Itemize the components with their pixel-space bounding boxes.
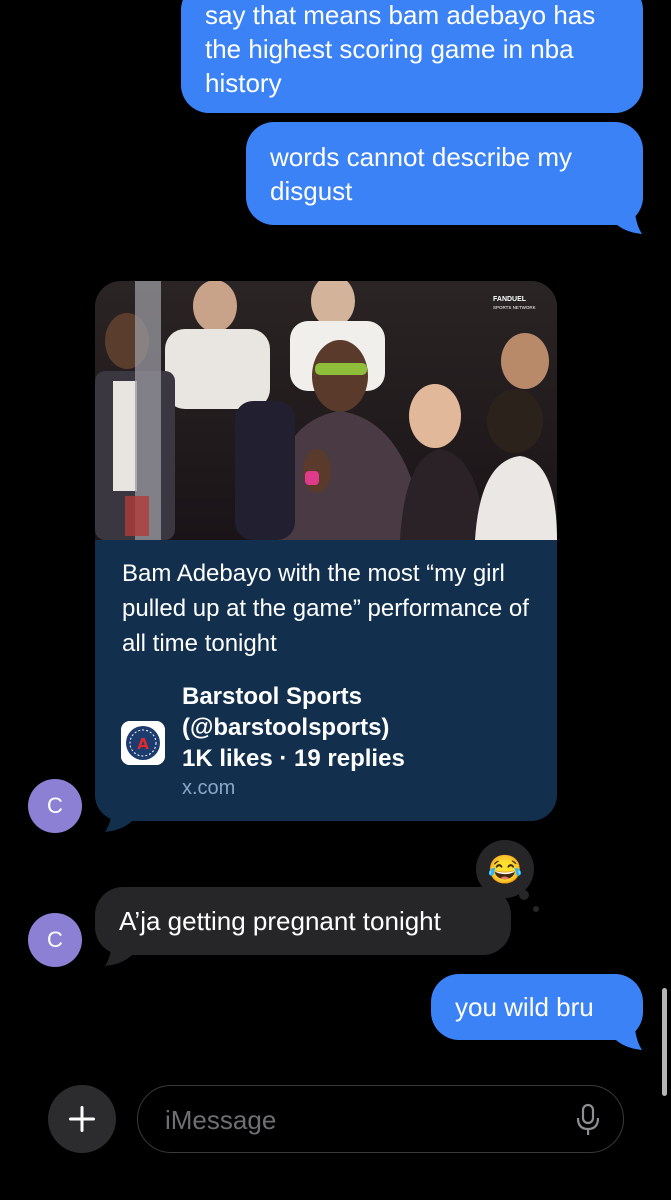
avatar-initial: C [47, 927, 63, 952]
message-text: say that means bam adebayo has the highe… [205, 0, 596, 98]
avatar-initial: C [47, 793, 63, 818]
link-preview-card[interactable]: FANDUEL SPORTS NETWORK Bam Adebayo with … [95, 281, 557, 821]
video-thumbnail[interactable]: FANDUEL SPORTS NETWORK [95, 281, 557, 540]
source-stats: 1K likes · 19 replies [182, 745, 405, 772]
bubble-tail [612, 198, 642, 234]
laughing-emoji-icon: 😂 [487, 853, 523, 885]
svg-text:A: A [137, 735, 149, 753]
link-source: Barstool Sports (@barstoolsports) 1K lik… [182, 681, 542, 774]
message-input-placeholder: iMessage [165, 1105, 277, 1135]
bubble-tail [105, 800, 135, 832]
barstool-logo-icon: A [121, 721, 165, 765]
bubble-tail [105, 930, 135, 966]
bubble-tail [612, 1014, 642, 1050]
apps-plus-button[interactable] [48, 1085, 116, 1153]
reaction-tail-dot-small [533, 906, 539, 912]
outgoing-message-2[interactable]: words cannot describe my disgust [246, 122, 643, 225]
plus-icon [69, 1106, 95, 1132]
source-name: Barstool Sports (@barstoolsports) [182, 683, 390, 741]
outgoing-message-1[interactable]: say that means bam adebayo has the highe… [181, 0, 643, 113]
fanduel-logo-icon: FANDUEL SPORTS NETWORK [493, 296, 536, 310]
contact-avatar[interactable]: C [28, 779, 82, 833]
contact-avatar[interactable]: C [28, 913, 82, 967]
message-input[interactable]: iMessage [137, 1085, 624, 1153]
scrollbar[interactable] [662, 988, 667, 1096]
link-preview-body: Bam Adebayo with the most “my girl pulle… [95, 540, 557, 821]
message-text: A’ja getting pregnant tonight [119, 906, 441, 936]
reaction-tail-dot [519, 890, 529, 900]
microphone-icon[interactable] [575, 1103, 601, 1137]
incoming-message[interactable]: A’ja getting pregnant tonight [95, 887, 511, 955]
link-title: Bam Adebayo with the most “my girl pulle… [122, 560, 529, 657]
message-text: you wild bru [455, 992, 594, 1022]
message-text: words cannot describe my disgust [270, 142, 573, 206]
link-domain[interactable]: x.com [182, 777, 235, 800]
crowd-scene-image [95, 281, 557, 540]
